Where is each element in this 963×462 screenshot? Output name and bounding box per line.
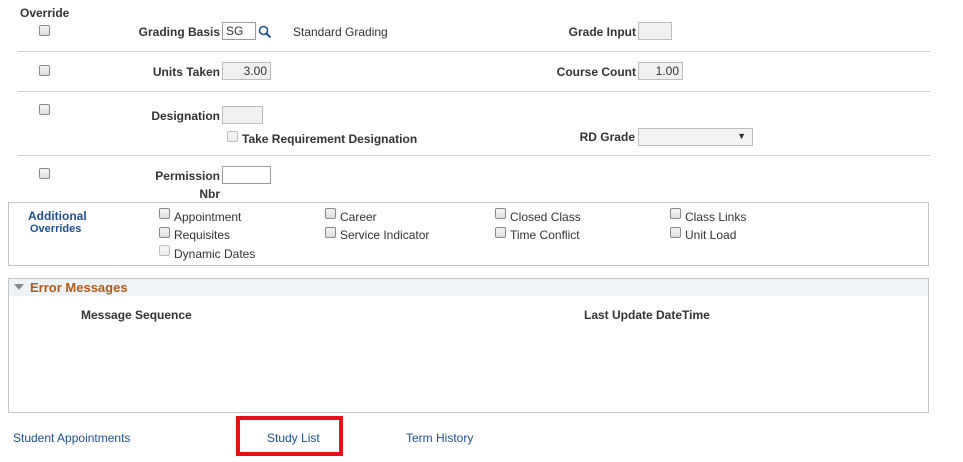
error-messages-header-bar[interactable] (9, 279, 928, 296)
error-messages-title: Error Messages (30, 280, 128, 295)
row-divider (18, 51, 930, 52)
grading-basis-description: Standard Grading (293, 25, 388, 39)
course-count-field: 1.00 (638, 62, 683, 80)
grade-input-label: Grade Input (568, 25, 636, 39)
closed-class-label: Closed Class (510, 210, 581, 224)
permission-label-nbr: Nbr (199, 187, 220, 201)
permission-label: Permission (155, 169, 220, 183)
grading-basis-label: Grading Basis (138, 25, 220, 39)
dropdown-arrow-icon: ▼ (737, 131, 746, 141)
override-header: Override (20, 6, 70, 20)
grade-input-field[interactable] (638, 22, 672, 40)
appointment-checkbox[interactable] (159, 208, 170, 219)
rd-grade-label: RD Grade (579, 130, 635, 144)
time-conflict-label: Time Conflict (510, 228, 580, 242)
take-requirement-label: Take Requirement Designation (242, 132, 418, 146)
student-appointments-link[interactable]: Student Appointments (13, 431, 130, 445)
career-label: Career (340, 210, 377, 224)
units-taken-label: Units Taken (152, 65, 220, 79)
service-indicator-label: Service Indicator (340, 228, 430, 242)
dynamic-dates-label: Dynamic Dates (174, 247, 256, 261)
requisites-checkbox[interactable] (159, 227, 170, 238)
service-indicator-checkbox[interactable] (325, 227, 336, 238)
unit-load-label: Unit Load (685, 228, 737, 242)
permission-number-input[interactable] (222, 166, 271, 184)
course-count-label: Course Count (556, 65, 636, 79)
collapse-triangle-icon[interactable] (13, 282, 25, 292)
rd-grade-select[interactable]: ▼ (638, 128, 753, 146)
units-taken-field: 3.00 (222, 62, 271, 80)
additional-overrides-title: Additional (28, 209, 87, 223)
override-checkbox-grading[interactable] (39, 25, 50, 36)
class-links-checkbox[interactable] (670, 208, 681, 219)
override-checkbox-units[interactable] (39, 65, 50, 76)
requisites-label: Requisites (174, 228, 231, 242)
dynamic-dates-checkbox[interactable] (159, 245, 170, 256)
class-links-label: Class Links (685, 210, 747, 224)
row-divider (18, 91, 930, 92)
designation-field (222, 106, 263, 124)
override-checkbox-designation[interactable] (39, 104, 50, 115)
designation-label: Designation (151, 109, 220, 123)
study-list-link[interactable]: Study List (267, 431, 320, 445)
additional-overrides-title-2: Overrides (30, 223, 82, 235)
override-checkbox-permission[interactable] (39, 168, 50, 179)
time-conflict-checkbox[interactable] (495, 227, 506, 238)
last-update-column-header: Last Update DateTime (584, 308, 710, 322)
unit-load-checkbox[interactable] (670, 227, 681, 238)
error-messages-box (8, 278, 929, 413)
career-checkbox[interactable] (325, 208, 336, 219)
row-divider (18, 155, 930, 156)
closed-class-checkbox[interactable] (495, 208, 506, 219)
appointment-label: Appointment (174, 210, 242, 224)
term-history-link[interactable]: Term History (406, 431, 473, 445)
additional-overrides-box (8, 202, 929, 266)
grading-basis-input[interactable]: SG (222, 22, 256, 40)
take-requirement-checkbox[interactable] (227, 131, 238, 142)
search-icon[interactable] (258, 25, 272, 39)
message-sequence-column-header: Message Sequence (81, 308, 192, 322)
